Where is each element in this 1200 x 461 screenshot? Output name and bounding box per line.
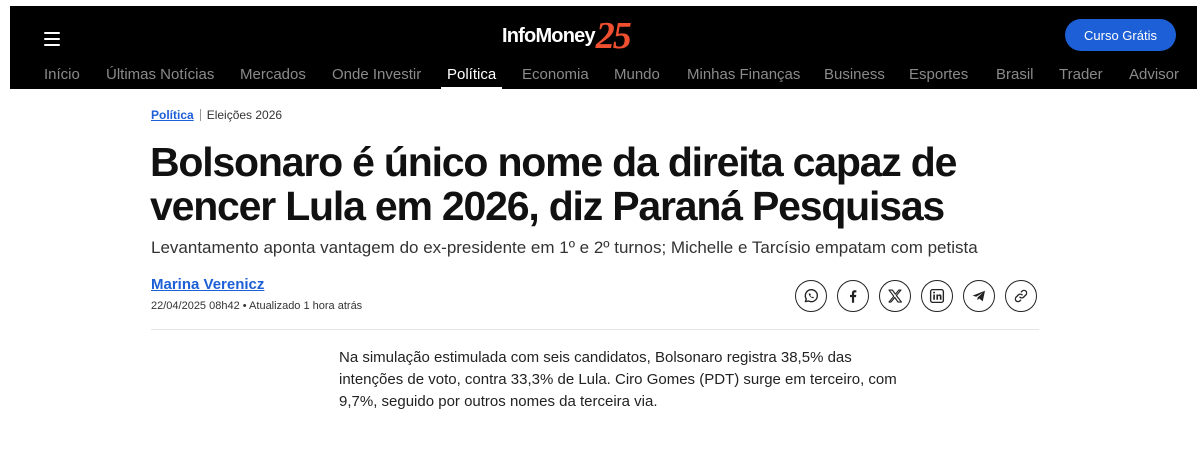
nav-item-inicio[interactable]: Início — [44, 64, 80, 89]
nav-item-onde-investir[interactable]: Onde Investir — [332, 64, 421, 89]
facebook-icon[interactable] — [837, 280, 869, 312]
nav-item-trader[interactable]: Trader — [1059, 64, 1103, 89]
nav-item-esportes[interactable]: Esportes — [909, 64, 968, 89]
share-bar — [795, 280, 1037, 312]
author-link[interactable]: Marina Verenicz — [151, 276, 264, 293]
article-divider — [151, 329, 1039, 330]
publish-meta: 22/04/2025 08h42 • Atualizado 1 hora atr… — [151, 300, 363, 312]
free-course-button[interactable]: Curso Grátis — [1065, 19, 1176, 51]
logo-number: 25 — [595, 15, 632, 57]
article-headline: Bolsonaro é único nome da direita capaz … — [150, 139, 957, 229]
nav-item-mercados[interactable]: Mercados — [240, 64, 306, 89]
link-icon[interactable] — [1005, 280, 1037, 312]
nav-item-business[interactable]: Business — [824, 64, 885, 89]
nav-item-politica[interactable]: Política — [441, 64, 503, 89]
whatsapp-icon[interactable] — [795, 280, 827, 312]
nav-item-brasil[interactable]: Brasil — [996, 64, 1034, 89]
site-header: InfoMoney 25 Curso Grátis Início Últimas… — [10, 6, 1197, 89]
nav-item-advisor[interactable]: Advisor — [1129, 64, 1179, 89]
x-icon[interactable] — [879, 280, 911, 312]
linkedin-icon[interactable] — [921, 280, 953, 312]
breadcrumb: Política Eleições 2026 — [151, 108, 282, 122]
menu-icon[interactable] — [44, 32, 60, 46]
logo-text: InfoMoney — [502, 25, 596, 47]
breadcrumb-topic: Eleições 2026 — [206, 108, 283, 122]
breadcrumb-section-link[interactable]: Política — [151, 108, 194, 122]
breadcrumb-divider — [199, 109, 201, 121]
main-nav: Início Últimas Notícias Mercados Onde In… — [10, 64, 1197, 89]
telegram-icon[interactable] — [963, 280, 995, 312]
article-paragraph: Na simulação estimulada com seis candida… — [339, 349, 897, 410]
article-subheadline: Levantamento aponta vantagem do ex-presi… — [151, 238, 978, 257]
nav-item-mundo[interactable]: Mundo — [614, 64, 660, 89]
nav-item-minhas-financas[interactable]: Minhas Finanças — [687, 64, 800, 89]
nav-item-economia[interactable]: Economia — [522, 64, 589, 89]
nav-item-ultimas-noticias[interactable]: Últimas Notícias — [106, 64, 214, 89]
infomoney-logo[interactable]: InfoMoney 25 — [502, 15, 632, 57]
